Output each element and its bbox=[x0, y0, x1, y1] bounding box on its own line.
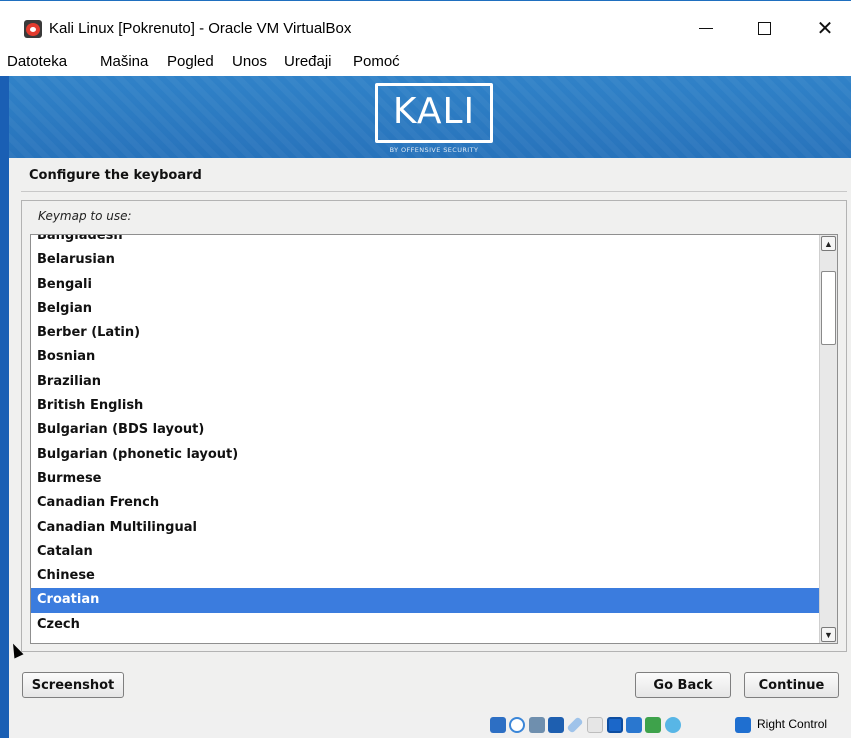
close-button[interactable]: ✕ bbox=[805, 13, 845, 43]
chevron-down-icon: ▼ bbox=[824, 629, 833, 640]
keymap-item[interactable]: Belarusian bbox=[31, 248, 819, 272]
optical-drive-icon[interactable] bbox=[509, 717, 525, 733]
maximize-icon bbox=[757, 21, 771, 35]
keymap-list-rows: Bangladesh Belarusian Bengali Belgian Berber… bbox=[31, 235, 819, 637]
keymap-item[interactable]: Bangladesh bbox=[31, 235, 819, 248]
keymap-item[interactable]: British English bbox=[31, 394, 819, 418]
keymap-item[interactable]: Chinese bbox=[31, 564, 819, 588]
keymap-item[interactable]: Burmese bbox=[31, 467, 819, 491]
keymap-item[interactable]: Bulgarian (BDS layout) bbox=[31, 418, 819, 442]
keymap-frame: Keymap to use: Bangladesh Belarusian Benga… bbox=[21, 200, 847, 652]
divider bbox=[21, 191, 847, 192]
keymap-item[interactable]: Belgian bbox=[31, 297, 819, 321]
menu-unos[interactable]: Unos bbox=[232, 53, 267, 70]
mouse-integration-icon[interactable] bbox=[665, 717, 681, 733]
minimize-icon bbox=[699, 27, 713, 29]
network-icon[interactable] bbox=[548, 717, 564, 733]
menu-pomoc[interactable]: Pomoć bbox=[353, 53, 400, 70]
keymap-item[interactable]: Canadian Multilingual bbox=[31, 516, 819, 540]
kali-logo-text: KALI bbox=[392, 91, 476, 132]
virtualbox-app-icon bbox=[24, 20, 42, 38]
scrollbar-thumb[interactable] bbox=[821, 271, 836, 345]
keymap-label: Keymap to use: bbox=[38, 209, 132, 223]
vbox-statusbar: Right Control bbox=[9, 712, 851, 738]
window-titlebar: Kali Linux [Pokrenuto] - Oracle VM Virtu… bbox=[0, 0, 851, 46]
video-capture-icon[interactable] bbox=[626, 717, 642, 733]
screenshot-button[interactable]: Screenshot bbox=[22, 672, 124, 698]
scroll-up-button[interactable]: ▲ bbox=[821, 236, 836, 251]
menu-masina[interactable]: Mašina bbox=[100, 53, 148, 70]
chevron-up-icon: ▲ bbox=[824, 238, 833, 249]
hard-disk-icon[interactable] bbox=[490, 717, 506, 733]
menubar: Datoteka Mašina Pogled Unos Uređaji Pomo… bbox=[0, 46, 851, 76]
window-left-border bbox=[0, 76, 9, 738]
kali-logo: KALI bbox=[375, 83, 493, 143]
audio-icon[interactable] bbox=[529, 717, 545, 733]
close-icon: ✕ bbox=[816, 17, 834, 40]
keymap-item[interactable]: Bengali bbox=[31, 273, 819, 297]
continue-button[interactable]: Continue bbox=[744, 672, 839, 698]
shared-folders-icon[interactable] bbox=[587, 717, 603, 733]
kali-logo-subtitle: BY OFFENSIVE SECURITY bbox=[389, 146, 479, 154]
kali-banner: KALI BY OFFENSIVE SECURITY bbox=[9, 76, 851, 158]
host-key-label: Right Control bbox=[757, 717, 828, 731]
keymap-item[interactable]: Croatian bbox=[31, 588, 819, 613]
keymap-item[interactable]: Canadian French bbox=[31, 491, 819, 515]
keymap-item[interactable]: Bulgarian (phonetic layout) bbox=[31, 443, 819, 467]
minimize-button[interactable] bbox=[686, 13, 726, 43]
keymap-item[interactable]: Catalan bbox=[31, 540, 819, 564]
keymap-item[interactable]: Brazilian bbox=[31, 370, 819, 394]
usb-icon[interactable] bbox=[566, 716, 584, 734]
list-scrollbar[interactable]: ▲ ▼ bbox=[819, 235, 837, 643]
guest-screen: KALI BY OFFENSIVE SECURITY Configure the… bbox=[9, 76, 851, 738]
cpu-icon[interactable] bbox=[645, 717, 661, 733]
menu-pogled[interactable]: Pogled bbox=[167, 53, 214, 70]
page-title: Configure the keyboard bbox=[29, 168, 202, 183]
keymap-item[interactable]: Bosnian bbox=[31, 345, 819, 369]
menu-datoteka[interactable]: Datoteka bbox=[7, 53, 67, 70]
keymap-list[interactable]: Bangladesh Belarusian Bengali Belgian Berber… bbox=[30, 234, 838, 644]
host-key-arrow-icon bbox=[735, 717, 751, 733]
window-title: Kali Linux [Pokrenuto] - Oracle VM Virtu… bbox=[49, 20, 352, 37]
keymap-item[interactable]: Berber (Latin) bbox=[31, 321, 819, 345]
keymap-item[interactable]: Czech bbox=[31, 613, 819, 637]
scroll-down-button[interactable]: ▼ bbox=[821, 627, 836, 642]
menu-uredjaji[interactable]: Uređaji bbox=[284, 53, 332, 70]
maximize-button[interactable] bbox=[744, 13, 784, 43]
go-back-button[interactable]: Go Back bbox=[635, 672, 731, 698]
display-icon[interactable] bbox=[607, 717, 623, 733]
